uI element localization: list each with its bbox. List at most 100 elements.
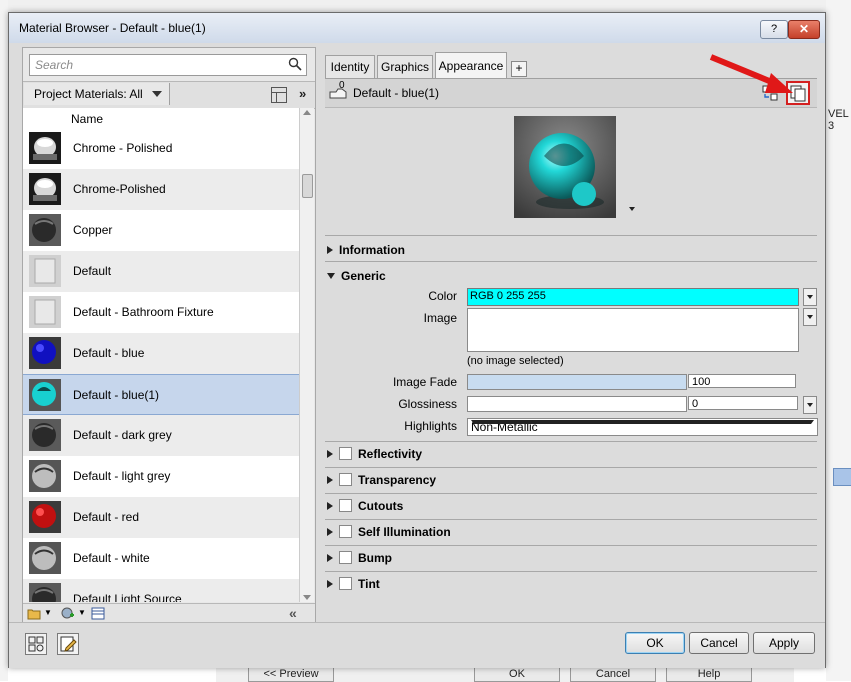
chevron-down-icon[interactable]: ▼: [44, 608, 52, 617]
tab-identity[interactable]: Identity: [325, 55, 375, 78]
color-dropdown-button[interactable]: [803, 288, 817, 306]
material-browser-dialog: Material Browser - Default - blue(1) ? ✕…: [8, 12, 826, 668]
search-input[interactable]: Search: [29, 54, 307, 76]
image-slot[interactable]: [467, 308, 799, 352]
add-tab-button[interactable]: +: [511, 61, 527, 77]
ok-button[interactable]: OK: [625, 632, 685, 654]
cancel-button[interactable]: Cancel: [689, 632, 749, 654]
search-icon[interactable]: [288, 57, 302, 71]
section-reflectivity[interactable]: Reflectivity: [327, 447, 422, 461]
reflectivity-checkbox[interactable]: [339, 447, 352, 460]
divider: [325, 571, 817, 572]
chevron-down-icon[interactable]: ▼: [78, 608, 86, 617]
expand-icon: [327, 502, 333, 510]
material-name: Default - dark grey: [73, 428, 172, 442]
scroll-thumb[interactable]: [302, 174, 313, 198]
material-thumbnail-icon: [29, 255, 61, 287]
material-list: Name Chrome - Polished Chrome-Polished Cop…: [23, 108, 299, 602]
color-field[interactable]: RGB 0 255 255: [467, 288, 799, 306]
transparency-checkbox[interactable]: [339, 473, 352, 486]
close-button[interactable]: ✕: [788, 20, 820, 39]
background-left-strip: [0, 0, 8, 681]
list-header[interactable]: Name: [23, 108, 299, 128]
chevron-down-icon: [152, 91, 162, 97]
material-list-panel: Search Project Materials: All » Name Chr…: [22, 47, 316, 624]
section-information-label: Information: [339, 243, 405, 257]
material-list-item[interactable]: Default - light grey: [23, 456, 299, 497]
material-assets-icon[interactable]: [25, 633, 47, 655]
material-list-item[interactable]: Chrome - Polished: [23, 128, 299, 169]
tab-graphics[interactable]: Graphics: [377, 55, 433, 78]
image-fade-input[interactable]: 100: [688, 374, 796, 388]
list-scrollbar[interactable]: [299, 108, 314, 602]
dialog-footer: OK Cancel Apply: [9, 622, 825, 668]
material-thumbnail-icon: [29, 214, 61, 246]
material-thumbnail-icon: [29, 583, 61, 602]
create-material-icon[interactable]: [61, 607, 75, 620]
section-tint[interactable]: Tint: [327, 577, 380, 591]
material-list-item[interactable]: Default - blue: [23, 333, 299, 374]
collapse-panel-icon[interactable]: «: [289, 605, 297, 621]
cutouts-checkbox[interactable]: [339, 499, 352, 512]
material-editor-icon[interactable]: [57, 633, 79, 655]
material-list-item[interactable]: Default: [23, 251, 299, 292]
image-fade-slider[interactable]: [467, 374, 687, 390]
material-list-item[interactable]: Default Light Source: [23, 579, 299, 602]
image-fade-label: Image Fade: [392, 375, 457, 389]
glossiness-slider[interactable]: [467, 396, 687, 412]
library-folder-icon[interactable]: [27, 607, 41, 620]
section-information[interactable]: Information: [327, 243, 405, 257]
material-thumbnail-icon: [29, 419, 61, 451]
glossiness-dropdown-button[interactable]: [803, 396, 817, 414]
section-tint-label: Tint: [358, 577, 380, 591]
left-panel-toolbar: ▼ ▼ «: [23, 603, 315, 624]
section-bump[interactable]: Bump: [327, 551, 392, 565]
section-cutouts-label: Cutouts: [358, 499, 404, 513]
view-layout-icon[interactable]: [271, 87, 287, 103]
material-editor-panel: Identity Graphics Appearance + 0 Default…: [317, 47, 819, 622]
material-list-item[interactable]: Chrome-Polished: [23, 169, 299, 210]
help-button[interactable]: ?: [760, 20, 788, 39]
expand-icon: [327, 476, 333, 484]
glossiness-input[interactable]: 0: [688, 396, 798, 410]
background-level-label: VEL 3: [828, 108, 849, 132]
dialog-title: Material Browser - Default - blue(1): [19, 21, 206, 35]
asset-usage-count: 0: [339, 80, 345, 91]
more-options-icon[interactable]: »: [299, 86, 306, 101]
tint-checkbox[interactable]: [339, 577, 352, 590]
apply-button[interactable]: Apply: [753, 632, 815, 654]
section-transparency[interactable]: Transparency: [327, 473, 436, 487]
material-list-item[interactable]: Default - dark grey: [23, 415, 299, 456]
section-generic[interactable]: Generic: [327, 269, 386, 283]
section-cutouts[interactable]: Cutouts: [327, 499, 403, 513]
title-bar[interactable]: Material Browser - Default - blue(1) ? ✕: [9, 13, 825, 43]
material-preview-swatch[interactable]: [514, 116, 616, 218]
material-list-item[interactable]: Default - Bathroom Fixture: [23, 292, 299, 333]
image-dropdown-button[interactable]: [803, 308, 817, 326]
material-thumbnail-icon: [29, 542, 61, 574]
material-list-item[interactable]: Default - white: [23, 538, 299, 579]
material-list-item[interactable]: Default - blue(1): [23, 374, 299, 415]
sphere-preview-image: [514, 116, 616, 218]
tab-appearance[interactable]: Appearance: [435, 52, 507, 79]
scroll-up-icon[interactable]: [303, 110, 311, 115]
section-generic-label: Generic: [341, 269, 386, 283]
material-list-item[interactable]: Copper: [23, 210, 299, 251]
preview-options-caret[interactable]: [629, 207, 635, 211]
expand-icon: [327, 528, 333, 536]
collapse-icon: [327, 273, 335, 279]
bump-checkbox[interactable]: [339, 551, 352, 564]
section-self-illumination[interactable]: Self Illumination: [327, 525, 451, 539]
material-thumbnail-icon: [29, 460, 61, 492]
project-materials-filter[interactable]: Project Materials: All: [24, 83, 170, 105]
highlights-select[interactable]: Non-Metallic: [467, 418, 818, 436]
section-transparency-label: Transparency: [358, 473, 437, 487]
asset-browser-icon[interactable]: [91, 607, 105, 620]
self-illumination-checkbox[interactable]: [339, 525, 352, 538]
material-name: Copper: [73, 223, 113, 237]
divider: [325, 467, 817, 468]
highlights-label: Highlights: [404, 419, 457, 433]
scroll-down-icon[interactable]: [303, 595, 311, 600]
material-list-item[interactable]: Default - red: [23, 497, 299, 538]
edit-pencil-icon: [60, 636, 77, 652]
